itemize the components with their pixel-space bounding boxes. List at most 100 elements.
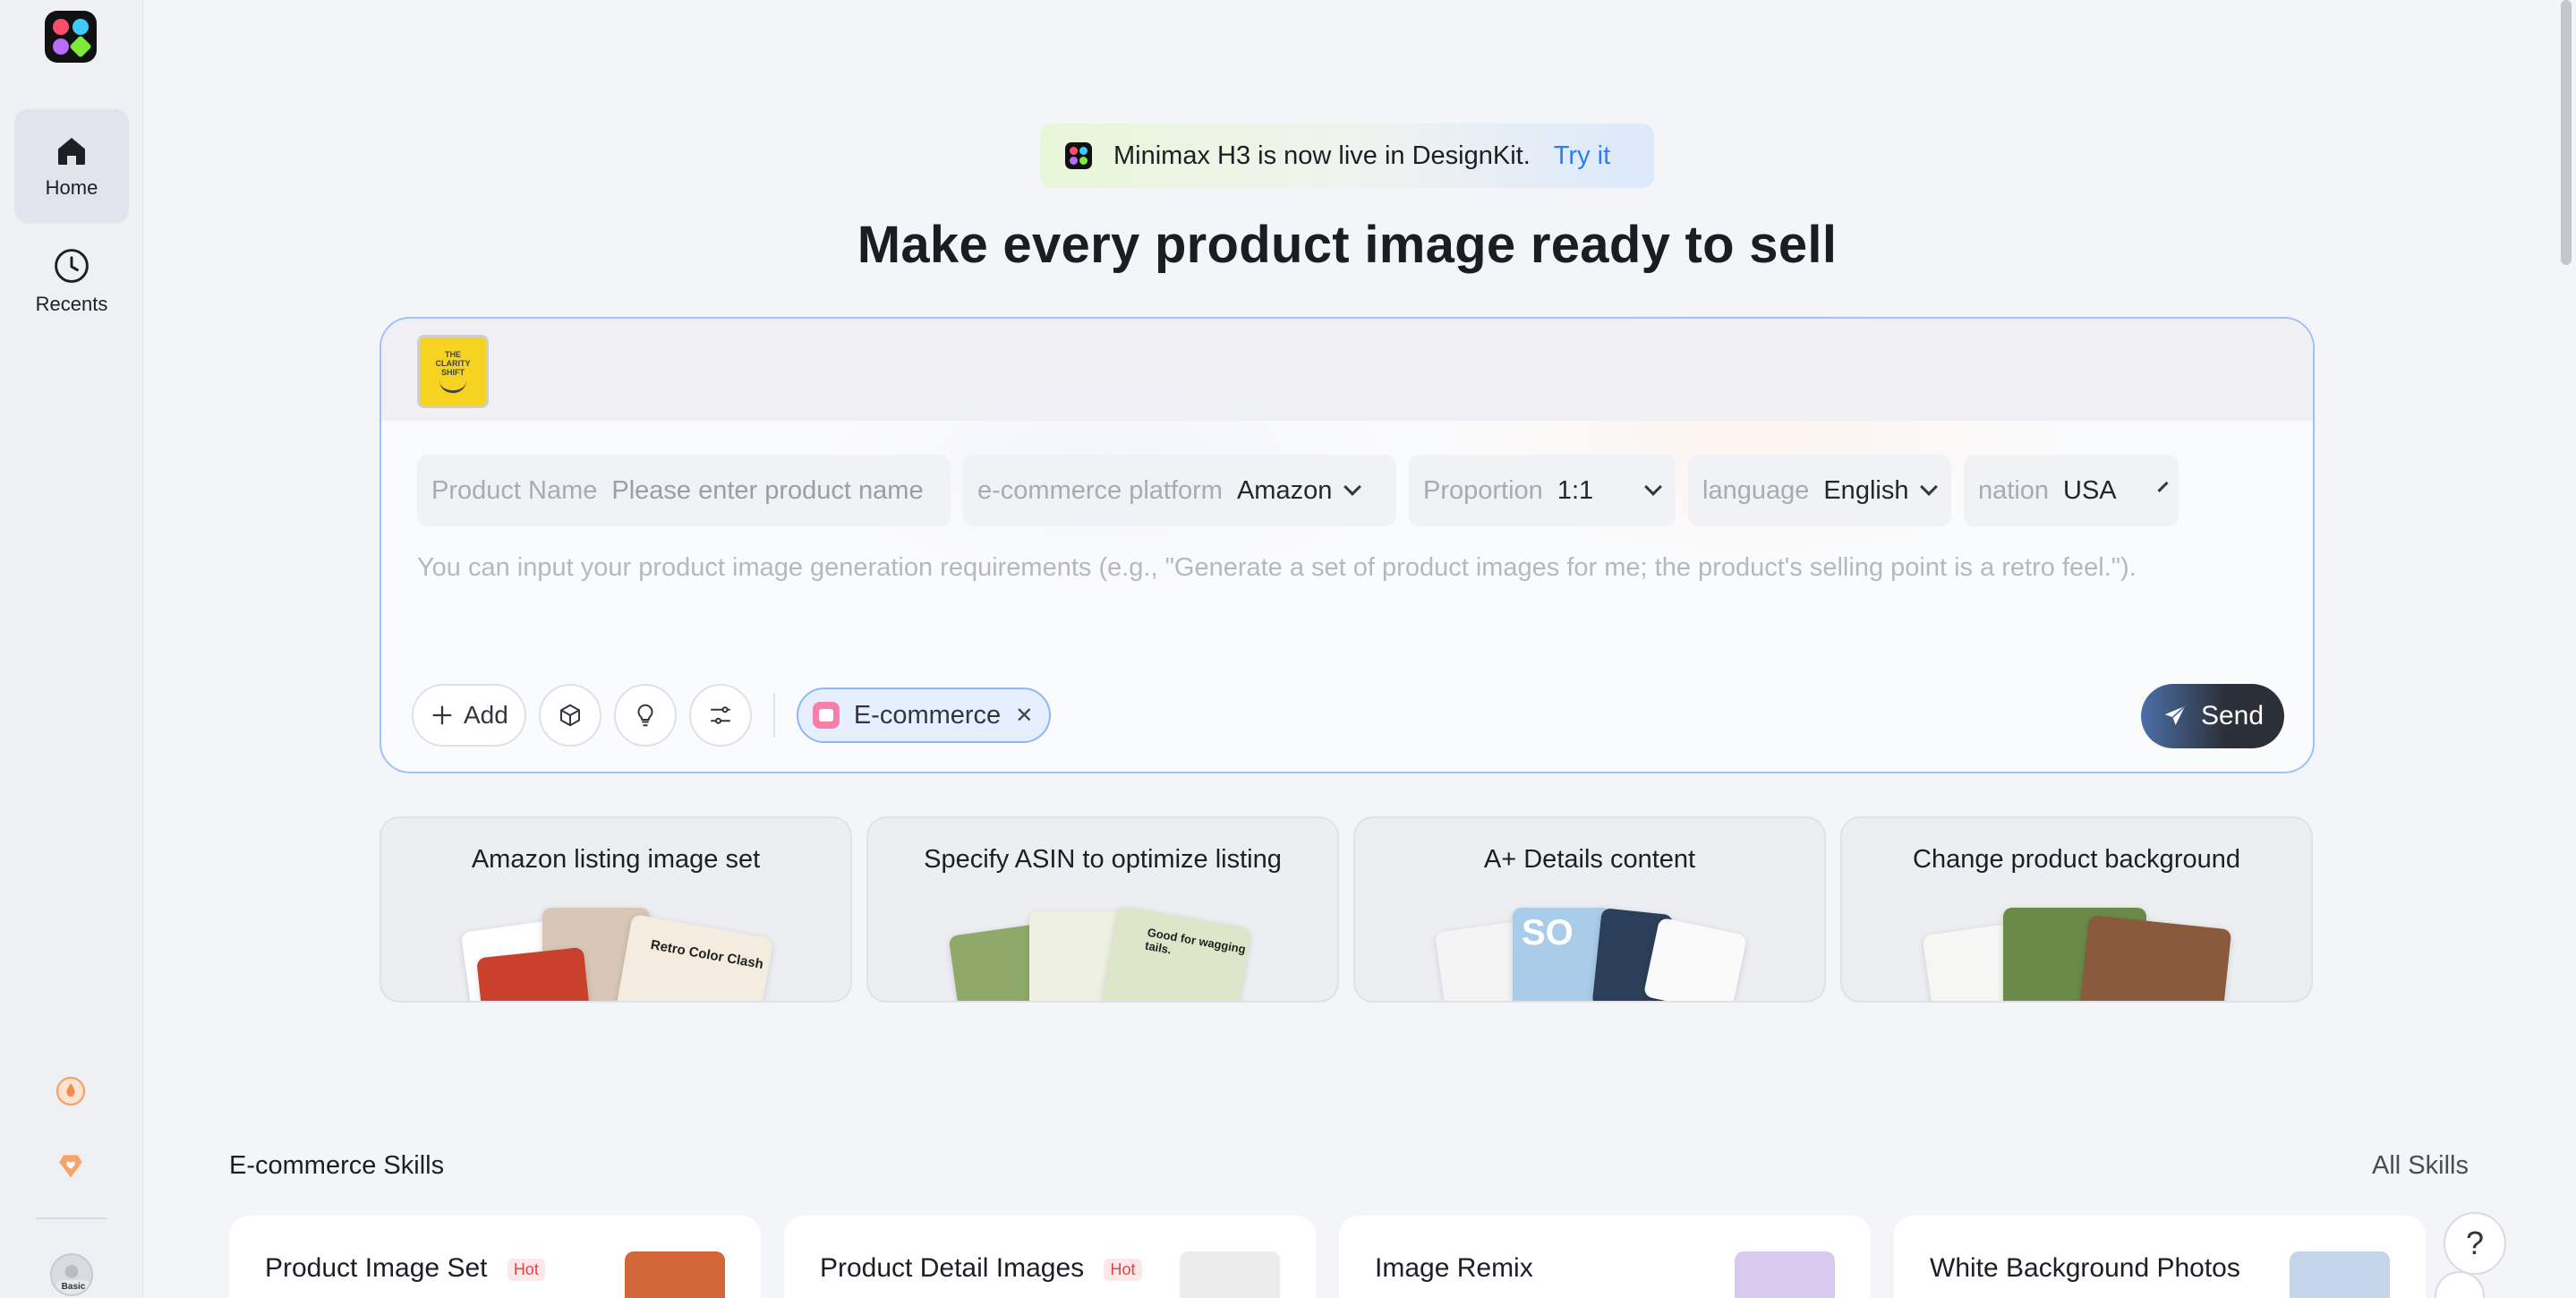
language-value: English [1823,475,1909,505]
skills-section-title: E-commerce Skills [229,1151,445,1180]
skills-next-button[interactable] [2435,1271,2485,1298]
chevron-down-icon [1343,478,1362,496]
chip-label: E-commerce [853,700,1002,730]
requirements-input[interactable]: You can input your product image generat… [417,553,2137,583]
skill-label: White Background Photos [1930,1253,2240,1283]
product-name-field[interactable]: Product Name Please enter product name [417,455,951,526]
gift-button[interactable] [50,1146,91,1187]
proportion-select[interactable]: Proportion 1:1 [1409,455,1676,526]
page-scrollbar[interactable] [2556,0,2576,1298]
card-image: Retro Color Clash [615,913,774,1001]
thumbnail-text: THE CLARITY SHIFT [435,350,471,377]
quick-card-amazon-listing[interactable]: Amazon listing image set Retro Color Cla… [380,816,852,1003]
nav-home[interactable]: Home [14,109,129,224]
chevron-down-icon [1644,478,1663,496]
avatar[interactable]: Basic [50,1253,93,1296]
skill-label: Image Remix [1375,1253,1533,1283]
sidebar: Home Recents Basic [0,0,143,1298]
sliders-icon [710,706,730,724]
language-label: language [1702,475,1810,505]
cube-icon [559,704,580,727]
nation-value: USA [2063,475,2117,505]
credits-button[interactable] [50,1071,91,1112]
clock-icon [55,249,89,283]
plus-icon [432,705,452,725]
quick-card-title: Amazon listing image set [471,845,761,874]
product-name-input[interactable]: Please enter product name [611,476,923,506]
quick-card-background[interactable]: Change product background [1840,816,2313,1003]
cube-button[interactable] [538,684,601,747]
announcement-banner[interactable]: Minimax H3 is now live in DesignKit. Try… [1040,124,1654,188]
ecommerce-chip[interactable]: E-commerce ✕ [796,687,1052,743]
skill-card-product-detail-images[interactable]: Product Detail Images Hot [784,1216,1316,1298]
card-image [2078,914,2232,1001]
scrollbar-thumb[interactable] [2561,0,2572,265]
skill-card-white-background[interactable]: White Background Photos [1894,1216,2426,1298]
prompt-toolbar: Add E-commerce ✕ [412,684,1052,747]
diamond-heart-icon [59,1155,82,1178]
banner-text: Minimax H3 is now live in DesignKit. [1113,141,1531,170]
close-icon[interactable]: ✕ [1015,703,1033,729]
quick-card-aplus[interactable]: A+ Details content SO [1353,816,1826,1003]
send-button[interactable]: Send [2141,684,2284,748]
hot-badge: Hot [507,1258,545,1281]
nav-recents-label: Recents [35,293,108,315]
proportion-value: 1:1 [1557,475,1594,505]
nav-home-label: Home [45,176,98,199]
skill-thumbnail [1180,1251,1280,1298]
home-icon [58,138,85,165]
toolbar-divider [772,693,775,738]
shop-icon [812,702,840,729]
card-image: Good for wagging tails. [1102,905,1252,1001]
proportion-label: Proportion [1423,475,1543,505]
language-select[interactable]: language English [1688,455,1951,526]
skill-thumbnail [2290,1251,2390,1298]
product-thumbnail[interactable]: THE CLARITY SHIFT [417,335,489,408]
banner-logo-icon [1065,142,1092,169]
prompt-card: THE CLARITY SHIFT Product Name Please en… [380,317,2315,773]
settings-button[interactable] [688,684,752,747]
quick-action-cards: Amazon listing image set Retro Color Cla… [380,816,2313,1003]
quick-card-title: Change product background [1913,845,2240,874]
skill-thumbnail [625,1251,725,1298]
thumbnail-smile [439,380,466,393]
hot-badge: Hot [1104,1258,1142,1281]
app-logo[interactable] [45,11,97,63]
nav-recents[interactable]: Recents [14,231,129,331]
add-button-label: Add [464,701,508,729]
quick-card-title: A+ Details content [1483,845,1696,874]
skill-card-product-image-set[interactable]: Product Image Set Hot [229,1216,761,1298]
quick-card-asin[interactable]: Specify ASIN to optimize listing Good fo… [866,816,1339,1003]
lightbulb-icon [637,704,653,727]
card-image [1642,917,1748,1001]
platform-label: e-commerce platform [977,475,1223,505]
skill-card-image-remix[interactable]: Image Remix [1339,1216,1871,1298]
sidebar-divider [36,1217,107,1219]
help-button[interactable]: ? [2444,1212,2506,1275]
product-fields: Product Name Please enter product name e… [417,455,2179,526]
platform-value: Amazon [1236,475,1333,505]
all-skills-link[interactable]: All Skills [2372,1151,2469,1181]
platform-select[interactable]: e-commerce platform Amazon [963,455,1396,526]
paper-plane-icon [2164,705,2186,725]
banner-try-link[interactable]: Try it [1554,141,1610,171]
skill-label: Product Image Set [265,1253,488,1283]
skill-label: Product Detail Images [820,1253,1085,1283]
chevron-down-icon [2157,481,2169,493]
card-image-caption: Good for wagging tails. [1144,925,1247,957]
card-image-caption: Retro Color Clash [649,937,765,973]
skill-thumbnail [1735,1251,1835,1298]
chevron-down-icon [1920,478,1939,496]
add-button[interactable]: Add [412,684,526,747]
quick-card-title: Specify ASIN to optimize listing [924,845,1282,874]
page-title: Make every product image ready to sell [857,216,1838,274]
nation-select[interactable]: nation USA [1964,455,2179,526]
product-name-label: Product Name [431,475,598,505]
attachments-area [381,319,2313,421]
nation-label: nation [1978,475,2050,505]
send-label: Send [2200,701,2265,730]
card-image-caption: SO [1522,913,1574,952]
skills-row: Product Image Set Hot Product Detail Ima… [229,1216,2426,1298]
idea-button[interactable] [613,684,677,747]
plan-badge: Basic [55,1280,91,1294]
